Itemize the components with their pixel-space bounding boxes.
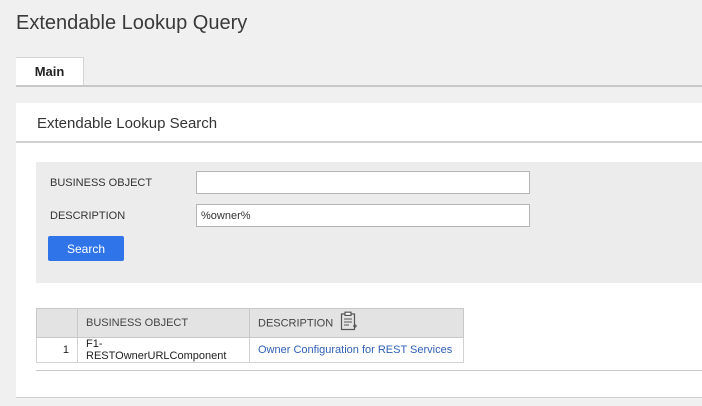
search-button[interactable]: Search [48,236,124,261]
tab-main[interactable]: Main [16,57,84,85]
panel-title: Extendable Lookup Search [37,115,218,132]
description-label: DESCRIPTION [50,210,126,222]
description-column-header[interactable]: DESCRIPTION [249,308,464,338]
description-column-label: DESCRIPTION [258,316,334,329]
panel-bottom-border [16,397,702,398]
clipboard-icon[interactable] [340,311,358,334]
row-number: 1 [36,337,78,363]
business-object-column-header[interactable]: BUSINESS OBJECT [77,308,250,338]
table-row: 1 F1-RESTOwnerURLComponent Owner Configu… [36,337,464,363]
results-table: BUSINESS OBJECT DESCRIPTION 1 F1-RESTOwn… [36,308,464,363]
search-criteria-box: BUSINESS OBJECT DESCRIPTION Search [36,162,702,283]
business-object-input[interactable] [196,171,530,194]
results-divider [36,370,702,371]
description-link[interactable]: Owner Configuration for REST Services [258,344,452,356]
search-panel: Extendable Lookup Search BUSINESS OBJECT… [16,103,702,397]
page-title: Extendable Lookup Query [16,12,248,34]
business-object-label: BUSINESS OBJECT [50,177,153,189]
row-number-header [36,308,78,338]
business-object-cell: F1-RESTOwnerURLComponent [77,337,250,363]
tab-strip: Main [16,57,702,87]
results-header-row: BUSINESS OBJECT DESCRIPTION [36,308,464,338]
description-cell: Owner Configuration for REST Services [249,337,464,363]
business-object-column-label: BUSINESS OBJECT [86,317,189,329]
description-input[interactable] [196,204,530,227]
panel-header: Extendable Lookup Search [16,103,702,143]
